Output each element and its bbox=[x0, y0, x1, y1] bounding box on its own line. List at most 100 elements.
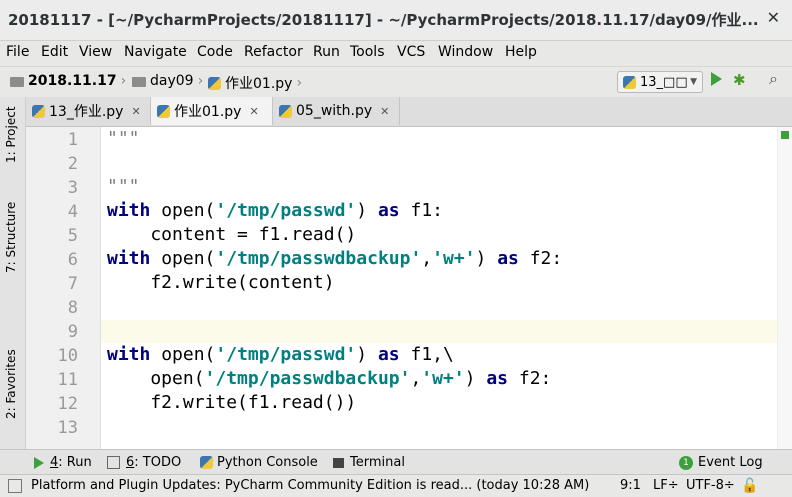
lock-icon[interactable]: 🔓 bbox=[741, 478, 758, 494]
favorites-tool-tab[interactable]: 2: Favorites bbox=[4, 349, 18, 419]
code-editor[interactable]: 1 2 3 4 5 6 7 8 9 10 11 12 13 """ """ wi… bbox=[26, 127, 792, 449]
todo-tool-button[interactable]: 6: TODO bbox=[107, 455, 181, 470]
string-literal: '/tmp/passwd' bbox=[215, 344, 357, 365]
python-console-button[interactable]: Python Console bbox=[200, 455, 318, 470]
code-token: open( bbox=[150, 200, 216, 221]
line-number: 13 bbox=[57, 418, 78, 438]
run-configuration-select[interactable]: 13_□□ ▼ bbox=[617, 71, 703, 93]
menu-file[interactable]: File bbox=[6, 44, 29, 60]
code-line-11: open('/tmp/passwdbackup','w+') as f2: bbox=[107, 368, 551, 389]
breadcrumb-project[interactable]: 2018.11.17 › bbox=[10, 73, 126, 89]
string-literal: '/tmp/passwdbackup' bbox=[204, 368, 411, 389]
tool-key: 6 bbox=[126, 455, 135, 470]
string-literal: 'w+' bbox=[421, 368, 465, 389]
python-file-icon bbox=[208, 76, 221, 90]
toggle-tool-windows-icon[interactable] bbox=[8, 479, 22, 493]
current-line-highlight bbox=[101, 320, 792, 343]
python-file-icon bbox=[32, 104, 45, 118]
keyword: as bbox=[377, 200, 400, 221]
debug-bug-icon[interactable]: ✱ bbox=[733, 71, 746, 89]
close-tab-icon[interactable]: ✕ bbox=[380, 105, 389, 118]
breadcrumb-file[interactable]: 作业01.py › bbox=[208, 73, 302, 93]
status-message[interactable]: Platform and Plugin Updates: PyCharm Com… bbox=[31, 478, 589, 493]
menu-window[interactable]: Window bbox=[438, 44, 493, 60]
close-tab-icon[interactable]: ✕ bbox=[249, 105, 258, 118]
vertical-scrollbar[interactable] bbox=[777, 127, 792, 449]
python-file-icon bbox=[279, 104, 292, 118]
line-number: 6 bbox=[67, 250, 78, 270]
string-literal: '/tmp/passwd' bbox=[215, 200, 357, 221]
tab-homework-01[interactable]: 作业01.py ✕ bbox=[151, 97, 273, 125]
menu-navigate[interactable]: Navigate bbox=[124, 44, 187, 60]
keyword: with bbox=[107, 248, 151, 269]
code-token: f1: bbox=[399, 200, 444, 221]
menu-tools[interactable]: Tools bbox=[350, 44, 385, 60]
run-tool-button[interactable]: 4: Run bbox=[34, 455, 92, 470]
code-line-7: f2.write(content) bbox=[107, 272, 335, 293]
window-title: 20181117 - [~/PycharmProjects/20181117] … bbox=[8, 11, 759, 29]
code-token: open( bbox=[107, 368, 205, 389]
breadcrumb-project-label: 2018.11.17 bbox=[28, 73, 117, 89]
code-token: ) bbox=[356, 344, 378, 365]
file-encoding[interactable]: UTF-8÷ bbox=[686, 478, 735, 493]
folder-icon bbox=[132, 77, 146, 87]
menu-view[interactable]: View bbox=[79, 44, 112, 60]
code-line-12: f2.write(f1.read()) bbox=[107, 392, 357, 413]
code-token: f2: bbox=[518, 248, 563, 269]
code-line-3: """ bbox=[107, 176, 140, 197]
line-number-gutter: 1 2 3 4 5 6 7 8 9 10 11 12 13 bbox=[26, 127, 101, 449]
code-token: open( bbox=[150, 248, 216, 269]
terminal-button[interactable]: Terminal bbox=[333, 455, 405, 470]
python-file-icon bbox=[157, 104, 170, 118]
code-token: ) bbox=[475, 248, 498, 269]
menu-help[interactable]: Help bbox=[505, 44, 537, 60]
line-number: 12 bbox=[57, 394, 78, 414]
tab-05-with[interactable]: 05_with.py ✕ bbox=[273, 97, 400, 125]
tab-13-homework[interactable]: 13_作业.py ✕ bbox=[26, 97, 151, 125]
keyword: as bbox=[486, 368, 509, 389]
editor-tab-bar: 13_作业.py ✕ 作业01.py ✕ 05_with.py ✕ bbox=[26, 97, 792, 127]
structure-tool-tab[interactable]: 7: Structure bbox=[4, 202, 18, 273]
run-icon[interactable] bbox=[711, 72, 722, 86]
line-number: 8 bbox=[67, 298, 78, 318]
tool-label: Python Console bbox=[217, 455, 318, 470]
line-number: 2 bbox=[67, 154, 78, 174]
breadcrumb-file-label: 作业01.py bbox=[225, 76, 293, 92]
chevron-right-icon: › bbox=[197, 73, 204, 89]
line-number: 5 bbox=[67, 226, 78, 246]
code-token: open( bbox=[150, 344, 216, 365]
line-number: 4 bbox=[67, 202, 78, 222]
menu-vcs[interactable]: VCS bbox=[397, 44, 425, 60]
keyword: as bbox=[497, 248, 519, 269]
chevron-right-icon: › bbox=[296, 75, 303, 91]
project-tool-tab[interactable]: 1: Project bbox=[4, 106, 18, 163]
event-log-button[interactable]: 1 Event Log bbox=[679, 455, 763, 470]
code-line-10: with open('/tmp/passwd') as f1,\ bbox=[107, 344, 454, 365]
menu-run[interactable]: Run bbox=[313, 44, 340, 60]
python-icon bbox=[200, 456, 213, 469]
string-literal: 'w+' bbox=[432, 248, 476, 269]
tool-key: 4 bbox=[50, 455, 59, 470]
breadcrumb-folder[interactable]: day09 › bbox=[132, 73, 203, 89]
folder-icon bbox=[10, 77, 24, 87]
caret-position[interactable]: 9:1 bbox=[620, 478, 641, 493]
close-icon[interactable]: ✕ bbox=[767, 8, 780, 27]
close-tab-icon[interactable]: ✕ bbox=[131, 105, 140, 118]
string-literal: '/tmp/passwdbackup' bbox=[215, 248, 422, 269]
tool-label: : TODO bbox=[134, 455, 182, 470]
line-separator[interactable]: LF÷ bbox=[653, 478, 679, 493]
tool-label: Event Log bbox=[698, 455, 763, 470]
tool-window-bar: 4: Run 6: TODO Python Console Terminal 1… bbox=[0, 449, 792, 475]
line-number: 11 bbox=[57, 370, 78, 390]
tab-label: 05_with.py bbox=[296, 103, 373, 119]
event-count-badge: 1 bbox=[679, 455, 693, 470]
search-icon[interactable]: ⌕ bbox=[769, 69, 778, 89]
keyword: as bbox=[377, 344, 400, 365]
menu-edit[interactable]: Edit bbox=[41, 44, 68, 60]
keyword: with bbox=[107, 200, 151, 221]
tab-label: 13_作业.py bbox=[49, 104, 124, 120]
menu-code[interactable]: Code bbox=[197, 44, 233, 60]
menu-refactor[interactable]: Refactor bbox=[244, 44, 303, 60]
code-line-5: content = f1.read() bbox=[107, 224, 357, 245]
terminal-icon bbox=[333, 457, 344, 468]
